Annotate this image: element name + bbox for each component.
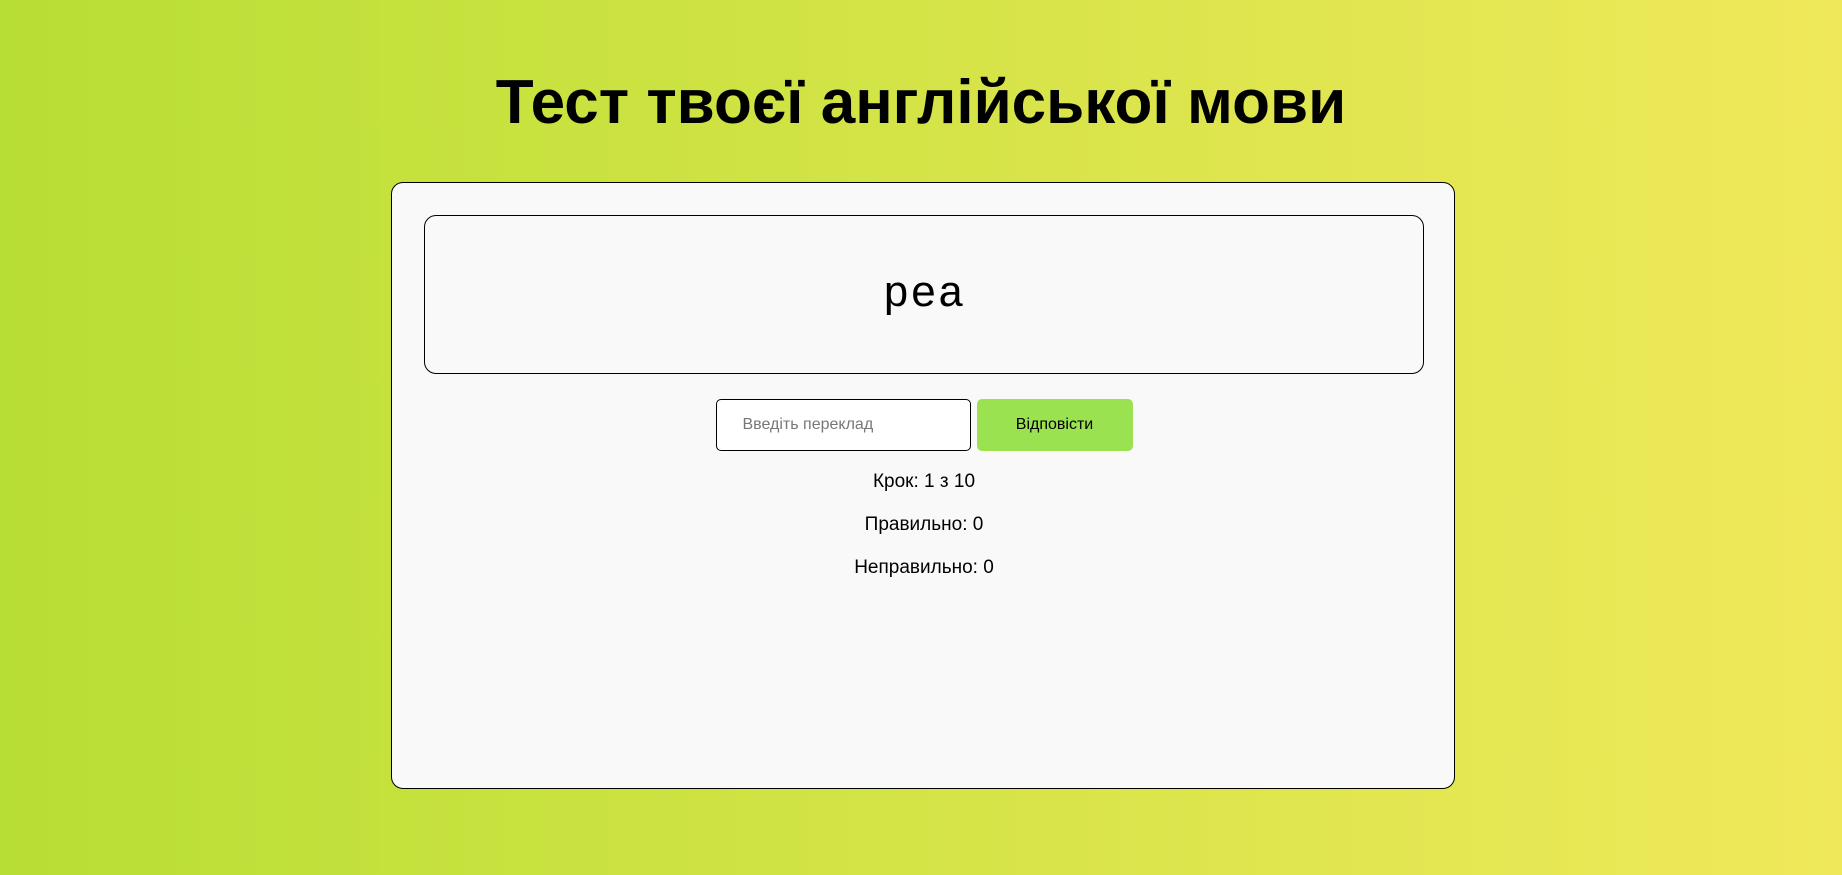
step-current: 1 bbox=[924, 471, 935, 492]
quiz-card: pea Відповісти Крок: 1 з 10 Правильно: 0… bbox=[391, 182, 1455, 789]
step-counter: Крок: 1 з 10 bbox=[392, 470, 1456, 494]
correct-label: Правильно: bbox=[864, 514, 968, 535]
page-title: Тест твоєї англійської мови bbox=[495, 68, 1347, 137]
correct-count: 0 bbox=[972, 514, 984, 535]
step-total: 10 bbox=[953, 471, 976, 492]
answer-form: Відповісти bbox=[392, 399, 1456, 451]
word-text: pea bbox=[882, 269, 966, 320]
wrong-counter: Неправильно: 0 bbox=[392, 556, 1456, 580]
word-display: pea bbox=[424, 215, 1424, 374]
wrong-label: Неправильно: bbox=[854, 557, 978, 578]
submit-answer-button[interactable]: Відповісти bbox=[976, 399, 1133, 451]
correct-counter: Правильно: 0 bbox=[392, 513, 1456, 537]
translation-input[interactable] bbox=[715, 399, 971, 451]
step-label: Крок: bbox=[872, 471, 919, 492]
wrong-count: 0 bbox=[983, 557, 994, 578]
step-separator: з bbox=[939, 471, 949, 492]
